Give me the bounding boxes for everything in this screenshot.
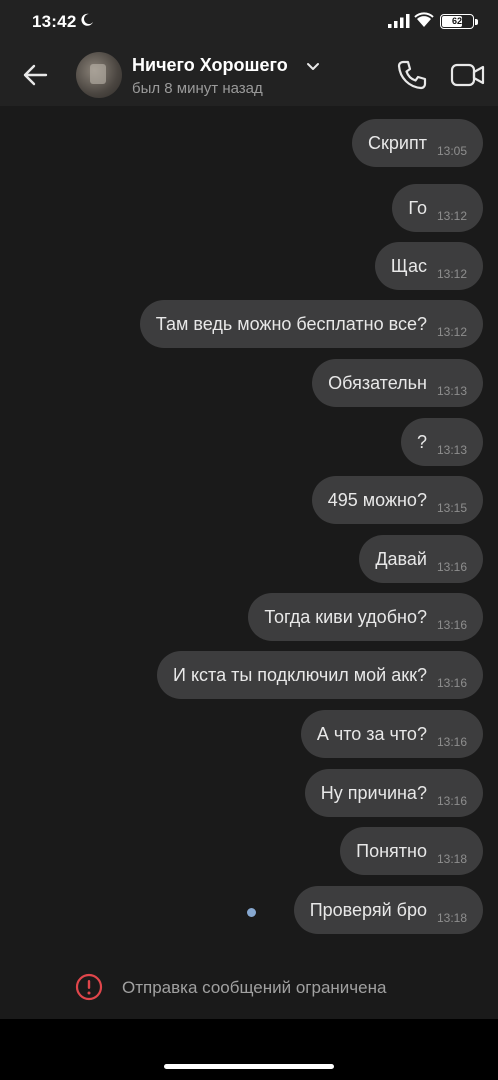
exclamation-circle-icon [75, 973, 103, 1001]
message-bubble[interactable]: Тогда киви удобно? 13:16 [248, 593, 483, 641]
phone-icon[interactable] [395, 58, 429, 92]
avatar[interactable] [76, 52, 122, 98]
system-navigation-bar [0, 1019, 498, 1080]
status-time: 13:42 [32, 12, 77, 31]
message-bubble[interactable]: Проверяй бро 13:18 [293, 886, 483, 934]
message-text: Щас [390, 255, 427, 276]
battery-tip [475, 19, 478, 25]
message-bubble[interactable]: Там ведь можно бесплатно все? 13:12 [139, 300, 483, 348]
chat-header: Ничего Хорошего был 8 минут назад [0, 44, 498, 106]
message-bubble[interactable]: Скрипт 13:05 [352, 119, 483, 167]
message-bubble[interactable]: Давай 13:16 [359, 535, 483, 583]
message-time: 13:13 [436, 384, 467, 398]
battery-icon: 62 [440, 14, 474, 29]
message-time: 13:18 [436, 852, 467, 866]
message-time: 13:15 [436, 501, 467, 515]
message-text: А что за что? [316, 723, 427, 744]
message-time: 13:18 [436, 911, 467, 925]
chevron-down-icon[interactable] [306, 60, 320, 74]
message-text: Понятно [356, 840, 427, 861]
message-bubble[interactable]: 495 можно? 13:15 [311, 476, 483, 524]
message-text: Скрипт [368, 132, 427, 153]
message-text: Давай [375, 548, 427, 569]
message-bubble[interactable]: А что за что? 13:16 [300, 710, 483, 758]
message-time: 13:16 [436, 618, 467, 632]
moon-icon [81, 13, 93, 26]
message-text: Тогда киви удобно? [264, 606, 427, 627]
status-bar: 13:42 62 [0, 0, 498, 44]
unread-indicator-dot [247, 908, 256, 917]
message-text: И кста ты подключил мой акк? [173, 664, 427, 685]
battery-level: 62 [451, 16, 462, 26]
composer-restricted-notice: Отправка сообщений ограничена [0, 961, 498, 1019]
message-list[interactable]: Скрипт 13:05 Го 13:12 Щас 13:12 Там ведь… [0, 106, 498, 961]
home-indicator[interactable] [164, 1064, 334, 1069]
back-arrow-icon[interactable] [20, 60, 50, 90]
message-text: Там ведь можно бесплатно все? [155, 313, 427, 334]
message-time: 13:16 [436, 560, 467, 574]
signal-icon [388, 14, 410, 28]
message-time: 13:12 [436, 209, 467, 223]
message-bubble[interactable]: Ну причина? 13:16 [304, 769, 483, 817]
message-time: 13:16 [436, 676, 467, 690]
message-text: ? [416, 431, 427, 452]
message-bubble[interactable]: Щас 13:12 [374, 242, 483, 290]
message-time: 13:16 [436, 735, 467, 749]
contact-last-seen: был 8 минут назад [132, 80, 263, 97]
message-text: 495 можно? [327, 489, 427, 510]
message-text: Го [408, 197, 427, 218]
message-time: 13:05 [436, 144, 467, 158]
message-text: Ну причина? [320, 782, 427, 803]
message-time: 13:16 [436, 794, 467, 808]
restriction-message: Отправка сообщений ограничена [122, 978, 387, 997]
message-bubble[interactable]: И кста ты подключил мой акк? 13:16 [157, 651, 483, 699]
wifi-icon [414, 12, 434, 27]
message-bubble[interactable]: Понятно 13:18 [340, 827, 483, 875]
message-time: 13:12 [436, 325, 467, 339]
message-text: Обязательн [328, 372, 427, 393]
message-text: Проверяй бро [309, 899, 427, 920]
message-time: 13:12 [436, 267, 467, 281]
message-bubble[interactable]: Го 13:12 [392, 184, 483, 232]
message-bubble[interactable]: ? 13:13 [400, 418, 483, 466]
message-time: 13:13 [436, 443, 467, 457]
message-bubble[interactable]: Обязательн 13:13 [312, 359, 483, 407]
video-camera-icon[interactable] [450, 60, 486, 90]
contact-name[interactable]: Ничего Хорошего [132, 55, 288, 76]
